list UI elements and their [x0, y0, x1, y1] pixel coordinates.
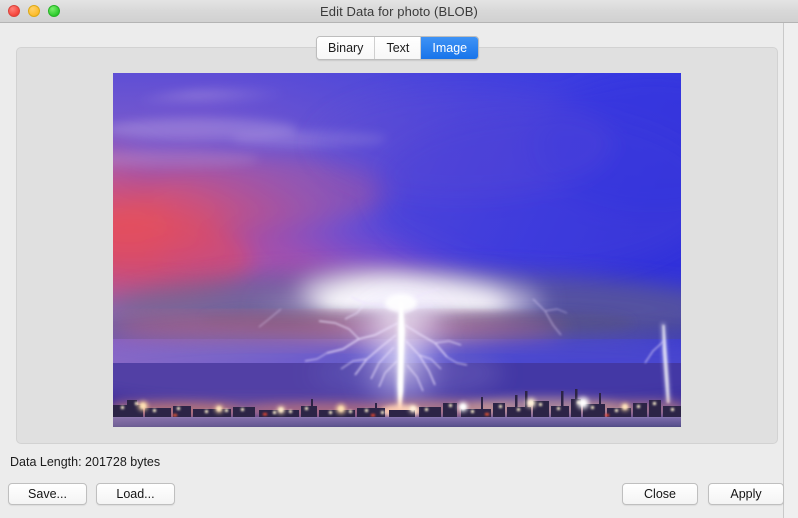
view-mode-tabs[interactable]: Binary Text Image [316, 36, 480, 60]
window-right-border [783, 23, 784, 518]
save-button[interactable]: Save... [8, 483, 87, 505]
tab-image[interactable]: Image [421, 37, 479, 59]
lightning-city-photo [113, 73, 681, 427]
window-right-pane [784, 23, 798, 518]
close-button[interactable]: Close [622, 483, 698, 505]
load-button[interactable]: Load... [96, 483, 175, 505]
blob-image-preview[interactable] [113, 73, 681, 427]
tab-binary[interactable]: Binary [317, 37, 376, 59]
title-bar: Edit Data for photo (BLOB) [0, 0, 798, 23]
tab-text[interactable]: Text [375, 37, 422, 59]
apply-button[interactable]: Apply [708, 483, 784, 505]
data-length-label: Data Length: 201728 bytes [10, 455, 161, 469]
edit-data-window: Edit Data for photo (BLOB) Binary Text I… [0, 0, 798, 518]
window-title: Edit Data for photo (BLOB) [320, 4, 478, 19]
